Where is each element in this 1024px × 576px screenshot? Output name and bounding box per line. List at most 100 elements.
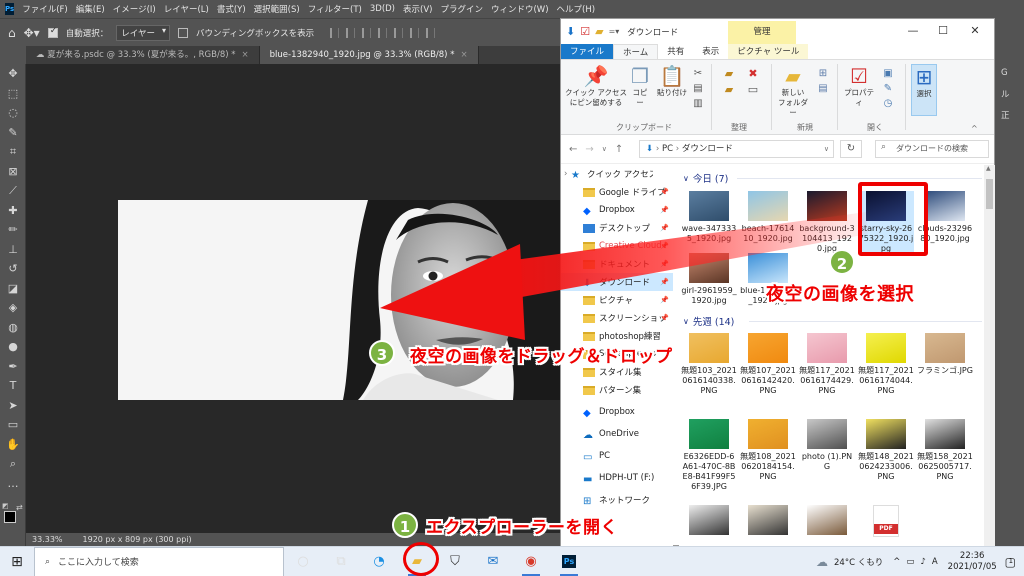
pen-tool-icon[interactable]: ✒ bbox=[0, 357, 26, 377]
edge-icon[interactable]: ◔ bbox=[360, 547, 398, 576]
sidebar-item[interactable]: Creative Cloud 📌 bbox=[561, 237, 673, 255]
mail-icon[interactable]: ✉ bbox=[474, 547, 512, 576]
file-item[interactable]: photo (1).PNG bbox=[799, 419, 855, 472]
menu-select[interactable]: 選択範囲(S) bbox=[250, 3, 304, 15]
sidebar-item[interactable]: ▬ HDPH-UT (F:) bbox=[561, 469, 673, 487]
file-item[interactable]: beach-1761410_1920.jpg bbox=[740, 191, 796, 244]
ime-indicator[interactable]: A bbox=[932, 557, 938, 567]
refresh-button[interactable]: ↻ bbox=[840, 140, 862, 158]
close-icon[interactable]: × bbox=[242, 50, 249, 60]
dodge-tool-icon[interactable]: ● bbox=[0, 337, 26, 357]
home-icon[interactable]: ⌂ bbox=[8, 26, 16, 40]
zoom-level[interactable]: 33.33% bbox=[32, 535, 63, 544]
align-right-icon[interactable] bbox=[362, 27, 372, 38]
minimize-button[interactable]: — bbox=[899, 21, 927, 41]
photoshop-taskbar-icon[interactable]: Ps bbox=[550, 547, 588, 576]
canvas-area[interactable] bbox=[26, 64, 560, 533]
cut-icon[interactable]: ✂ ▤ ▥ bbox=[691, 66, 705, 111]
select-button[interactable]: ⊞ 選択 bbox=[911, 64, 937, 116]
eyedropper-tool-icon[interactable]: ⟋ bbox=[0, 181, 26, 201]
chrome-icon[interactable]: ◉ bbox=[512, 547, 550, 576]
microsoft-store-icon[interactable]: ⛉ bbox=[436, 547, 474, 576]
collapse-ribbon-icon[interactable]: ^ bbox=[971, 124, 978, 133]
up-arrow-icon[interactable]: ↑ bbox=[615, 144, 623, 155]
notification-icon[interactable]: ▢ 1 bbox=[1005, 555, 1016, 569]
clone-stamp-tool-icon[interactable]: ⊥ bbox=[0, 240, 26, 260]
paste-button[interactable]: 📋 貼り付け bbox=[657, 64, 687, 98]
tab-home[interactable]: ホーム bbox=[613, 44, 659, 59]
zoom-tool-icon[interactable]: ⌕ bbox=[0, 454, 26, 474]
menu-type[interactable]: 書式(Y) bbox=[213, 3, 250, 15]
search-input[interactable]: ダウンロードの検索 bbox=[875, 140, 989, 158]
healing-brush-tool-icon[interactable]: ✚ bbox=[0, 201, 26, 221]
copy-button[interactable]: ❐ コピー bbox=[629, 64, 651, 108]
path-select-tool-icon[interactable]: ➤ bbox=[0, 396, 26, 416]
more-tools-icon[interactable]: … bbox=[0, 474, 26, 494]
file-item[interactable]: wave-3473335_1920.jpg bbox=[681, 191, 737, 244]
default-colors-icon[interactable]: ◩ bbox=[2, 502, 9, 510]
layer-select-dropdown[interactable]: レイヤー bbox=[116, 24, 170, 41]
address-path[interactable]: ⬇ › PC › ダウンロード ∨ bbox=[639, 140, 834, 158]
sidebar-item[interactable]: › ★ クイック アクセス bbox=[561, 165, 673, 183]
taskbar-search[interactable]: ⌕ ここに入力して検索 bbox=[34, 546, 284, 576]
show-hidden-icons-icon[interactable]: ^ bbox=[893, 557, 900, 567]
document-info[interactable]: 1920 px x 809 px (300 ppi) bbox=[83, 535, 192, 544]
file-item[interactable] bbox=[799, 505, 855, 538]
menu-window[interactable]: ウィンドウ(W) bbox=[487, 3, 553, 15]
align-center-icon[interactable] bbox=[346, 27, 356, 38]
cortana-icon[interactable]: ○ bbox=[284, 547, 322, 576]
quick-select-tool-icon[interactable]: ✎ bbox=[0, 123, 26, 143]
network-icon[interactable]: ▭ bbox=[906, 557, 914, 567]
menu-filter[interactable]: フィルター(T) bbox=[304, 3, 366, 15]
type-tool-icon[interactable]: T bbox=[0, 376, 26, 396]
align-bottom-icon[interactable] bbox=[410, 27, 420, 38]
file-item[interactable] bbox=[681, 505, 737, 538]
vertical-scrollbar[interactable]: ▲ bbox=[984, 165, 995, 547]
lasso-tool-icon[interactable]: ◌ bbox=[0, 103, 26, 123]
sidebar-item[interactable]: ◆ Dropbox 📌 bbox=[561, 201, 673, 219]
tab-share[interactable]: 共有 bbox=[658, 44, 693, 59]
file-item[interactable]: 無題103_20210616140338.PNG bbox=[681, 333, 737, 396]
move-tool-icon[interactable]: ✥▾ bbox=[24, 26, 40, 40]
sidebar-item[interactable]: ▭ PC bbox=[561, 447, 673, 465]
blur-tool-icon[interactable]: ◍ bbox=[0, 318, 26, 338]
file-item[interactable]: E6326EDD-6A61-470C-8BE8-B41F99F56F39.JPG bbox=[681, 419, 737, 492]
new-item-icon[interactable]: ⊞ ▤ bbox=[815, 66, 831, 96]
chevron-right-icon[interactable]: › bbox=[564, 169, 567, 179]
move-to-icon[interactable]: ▰ ▰ bbox=[719, 66, 739, 98]
menu-file[interactable]: ファイル(F) bbox=[18, 3, 72, 15]
paint-bucket-tool-icon[interactable]: ◈ bbox=[0, 298, 26, 318]
recent-locations-icon[interactable]: ∨ bbox=[602, 145, 607, 153]
task-view-icon[interactable]: ⧉ bbox=[322, 547, 360, 576]
eraser-tool-icon[interactable]: ◪ bbox=[0, 279, 26, 299]
tab-view[interactable]: 表示 bbox=[693, 44, 728, 59]
tab-summer-psdc[interactable]: ☁ 夏が来る.psdc @ 33.3% (夏が来る。, RGB/8) * × bbox=[26, 46, 260, 64]
file-item[interactable]: 無題158_20210625005717.PNG bbox=[917, 419, 973, 482]
pin-quick-access-button[interactable]: 📌 クイック アクセス にピン留めする bbox=[565, 64, 627, 108]
tab-file[interactable]: ファイル bbox=[561, 44, 614, 59]
scrollbar-thumb[interactable] bbox=[986, 179, 993, 209]
file-item[interactable]: フラミンゴ.JPG bbox=[917, 333, 973, 376]
menu-layer[interactable]: レイヤー(L) bbox=[160, 3, 213, 15]
forward-arrow-icon[interactable]: → bbox=[585, 144, 593, 155]
breadcrumb-downloads[interactable]: ダウンロード bbox=[682, 144, 733, 154]
scroll-up-icon[interactable]: ▲ bbox=[986, 165, 991, 172]
menu-image[interactable]: イメージ(I) bbox=[109, 3, 160, 15]
sidebar-item[interactable]: Google ドライブ 📌 bbox=[561, 183, 673, 201]
align-left-icon[interactable] bbox=[330, 27, 340, 38]
file-item[interactable] bbox=[740, 505, 796, 538]
history-brush-tool-icon[interactable]: ↺ bbox=[0, 259, 26, 279]
document-image[interactable] bbox=[118, 200, 560, 400]
foreground-color-swatch[interactable] bbox=[4, 511, 16, 523]
align-top-icon[interactable] bbox=[378, 27, 388, 38]
sidebar-item[interactable]: ピクチャ 📌 bbox=[561, 291, 673, 309]
hand-tool-icon[interactable]: ✋ bbox=[0, 435, 26, 455]
sidebar-item[interactable]: スクリーンショット📌 bbox=[561, 309, 673, 327]
sidebar-item[interactable]: パターン集 bbox=[561, 381, 673, 399]
align-middle-icon[interactable] bbox=[394, 27, 404, 38]
file-item[interactable]: girl-2961959_1920.jpg bbox=[681, 253, 737, 306]
photoshop-logo[interactable]: Ps bbox=[5, 3, 15, 15]
breadcrumb-pc[interactable]: PC bbox=[662, 144, 673, 154]
group-today-header[interactable]: ∨ 今日 (7) bbox=[683, 171, 728, 186]
distribute-icon[interactable] bbox=[426, 27, 436, 38]
